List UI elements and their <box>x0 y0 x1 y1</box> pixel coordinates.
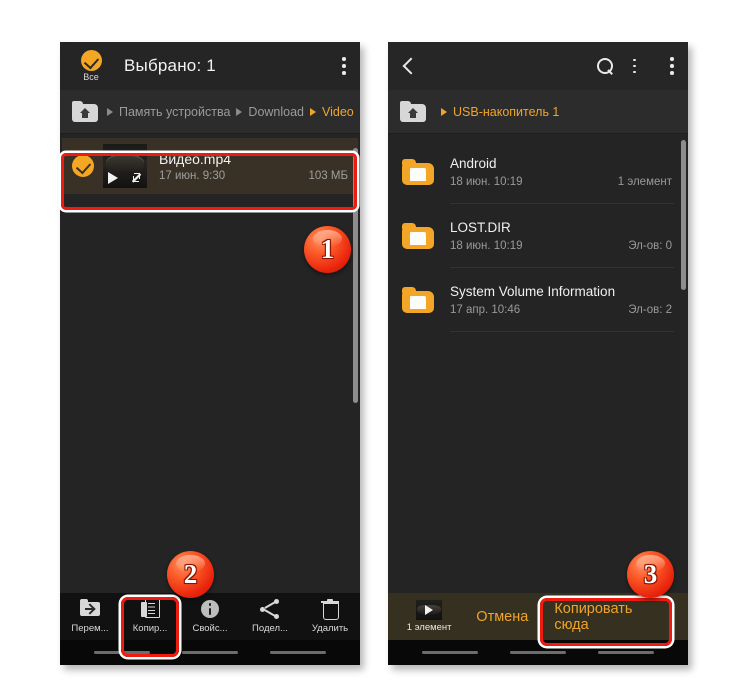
step-badge-2-number: 2 <box>183 559 198 589</box>
right-action-bar: 1 элемент Отмена Копировать сюда <box>388 593 688 640</box>
left-android-navbar <box>60 640 360 665</box>
selection-preview: 1 элемент <box>394 600 464 633</box>
folder-date: 18 июн. 10:19 <box>450 176 523 188</box>
left-breadcrumb: Память устройства Download Video <box>60 90 360 134</box>
folder-count: 1 элемент <box>617 176 672 188</box>
home-folder-icon[interactable] <box>72 101 98 122</box>
step-badge-1: 1 <box>304 226 351 273</box>
right-bar-icons <box>596 57 674 76</box>
right-scrollbar[interactable] <box>681 140 686 290</box>
file-row-video[interactable]: Видео.mp4 17 июн. 9:30 103 МБ <box>62 138 358 194</box>
folder-count: Эл-ов: 2 <box>628 304 672 316</box>
move-label: Перем... <box>71 623 109 634</box>
right-app-bar <box>388 42 688 90</box>
nav-recents-pill[interactable] <box>270 650 326 655</box>
copy-here-button[interactable]: Копировать сюда <box>540 592 682 642</box>
folder-date: 17 апр. 10:46 <box>450 304 521 316</box>
share-icon <box>260 599 280 619</box>
check-circle-icon <box>80 49 102 71</box>
file-date: 17 июн. 9:30 <box>159 170 226 182</box>
nav-home-pill[interactable] <box>510 650 566 655</box>
search-icon[interactable] <box>596 57 615 76</box>
left-file-list: Видео.mp4 17 июн. 9:30 103 МБ <box>60 138 360 621</box>
breadcrumb-arrow-icon <box>441 107 447 116</box>
step-badge-3-number: 3 <box>643 559 658 589</box>
left-breadcrumb-items: Память устройства Download Video <box>101 105 354 119</box>
more-vertical-icon[interactable] <box>342 57 346 75</box>
screenshot-stage: Все Выбрано: 1 Память устройства Downloa… <box>0 0 748 700</box>
copy-button[interactable]: Копир... <box>120 593 180 640</box>
breadcrumb-arrow-icon <box>107 107 113 116</box>
breadcrumb-item-0[interactable]: USB-накопитель 1 <box>453 105 559 119</box>
file-meta: Видео.mp4 17 июн. 9:30 103 МБ <box>159 150 348 182</box>
left-app-bar: Все Выбрано: 1 <box>60 42 360 90</box>
share-button[interactable]: Подел... <box>240 593 300 640</box>
right-folder-list: Android 18 июн. 10:19 1 элемент LOST.DIR <box>388 134 688 617</box>
properties-button[interactable]: Свойс... <box>180 593 240 640</box>
step-badge-2: 2 <box>167 551 214 598</box>
folder-date: 18 июн. 10:19 <box>450 240 523 252</box>
video-thumbnail <box>416 600 443 620</box>
copy-label: Копир... <box>132 623 168 634</box>
right-breadcrumb: USB-накопитель 1 <box>388 90 688 134</box>
left-scrollbar[interactable] <box>353 148 358 403</box>
right-android-navbar <box>388 640 688 665</box>
play-icon <box>425 605 434 615</box>
folder-name: Android <box>450 156 497 171</box>
folder-icon <box>402 287 434 313</box>
step-badge-3: 3 <box>627 551 674 598</box>
file-name: Видео.mp4 <box>159 151 232 167</box>
breadcrumb-item-1[interactable]: Download <box>248 105 304 119</box>
file-size: 103 МБ <box>308 170 348 182</box>
folder-icon <box>402 159 434 185</box>
copy-sheets-icon <box>140 599 160 619</box>
folder-name: System Volume Information <box>450 284 616 299</box>
folder-icon <box>402 223 434 249</box>
delete-button[interactable]: Удалить <box>300 593 360 640</box>
check-circle-icon[interactable] <box>72 155 94 177</box>
select-all-label: Все <box>83 71 99 82</box>
left-action-toolbar: Перем... Копир... Свойс... Подел... Удал… <box>60 593 360 640</box>
nav-back-pill[interactable] <box>94 650 150 655</box>
right-breadcrumb-items: USB-накопитель 1 <box>435 105 559 119</box>
selection-count: 1 элемент <box>406 622 452 633</box>
step-badge-1-number: 1 <box>320 234 335 264</box>
selection-title: Выбрано: 1 <box>124 56 216 75</box>
breadcrumb-arrow-icon <box>236 107 243 116</box>
folder-row-android[interactable]: Android 18 июн. 10:19 1 элемент <box>388 140 688 204</box>
breadcrumb-arrow-icon <box>310 107 317 116</box>
left-bar-icons <box>342 57 346 75</box>
delete-label: Удалить <box>311 623 349 634</box>
move-folder-icon <box>80 599 100 619</box>
back-arrow-icon[interactable] <box>398 56 418 76</box>
breadcrumb-item-2[interactable]: Video <box>322 105 354 119</box>
home-folder-icon[interactable] <box>400 101 426 122</box>
folder-row-system-volume-information[interactable]: System Volume Information 17 апр. 10:46 … <box>388 268 688 332</box>
folder-count: Эл-ов: 0 <box>628 240 672 252</box>
cancel-button[interactable]: Отмена <box>464 600 540 634</box>
properties-label: Свойс... <box>192 623 228 634</box>
folder-row-lostdir[interactable]: LOST.DIR 18 июн. 10:19 Эл-ов: 0 <box>388 204 688 268</box>
share-label: Подел... <box>252 623 288 634</box>
more-vertical-icon[interactable] <box>670 57 674 75</box>
play-icon <box>108 172 118 184</box>
select-all-button[interactable]: Все <box>70 49 112 83</box>
move-button[interactable]: Перем... <box>60 593 120 640</box>
nav-recents-pill[interactable] <box>598 650 654 655</box>
folder-name: LOST.DIR <box>450 220 511 235</box>
info-icon <box>200 599 220 619</box>
sort-list-icon[interactable] <box>633 58 652 74</box>
expand-arrows-icon <box>130 171 143 184</box>
nav-home-pill[interactable] <box>182 650 238 655</box>
trash-icon <box>320 599 340 620</box>
video-thumbnail <box>103 144 147 188</box>
breadcrumb-item-0[interactable]: Память устройства <box>119 105 230 119</box>
nav-back-pill[interactable] <box>422 650 478 655</box>
